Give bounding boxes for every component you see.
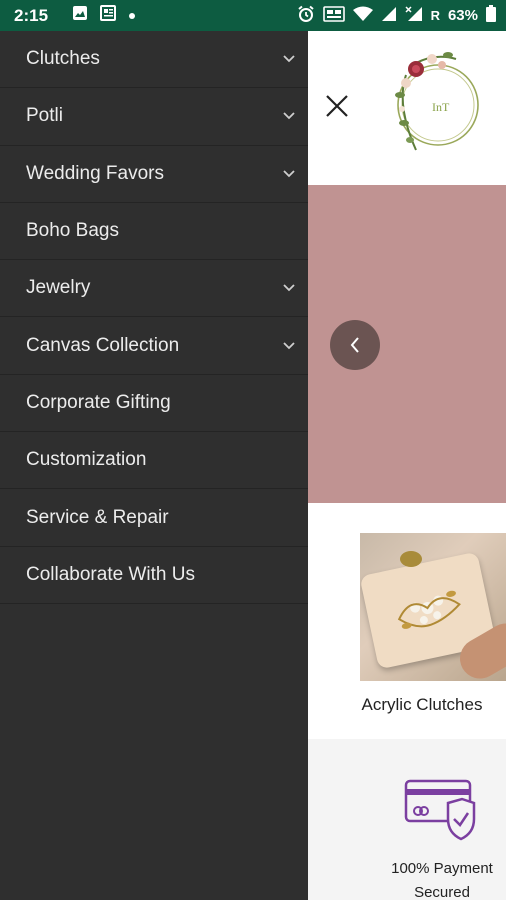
menu-item-potli[interactable]: Potli (0, 88, 308, 146)
menu-item-label: Boho Bags (26, 220, 119, 242)
hero-banner (308, 185, 506, 503)
signal-no-service-icon (405, 5, 423, 26)
close-drawer-button[interactable] (322, 91, 352, 121)
chevron-down-icon[interactable] (282, 169, 296, 179)
menu-item-customization[interactable]: Customization (0, 432, 308, 490)
close-icon (326, 95, 348, 117)
menu-item-canvas-collection[interactable]: Canvas Collection (0, 317, 308, 375)
navigation-drawer: Clutches Potli Wedding Favors Boho Bags … (0, 31, 308, 900)
battery-percent: 63% (447, 7, 478, 24)
status-bar: 2:15 R 63% (0, 0, 506, 31)
menu-item-label: Service & Repair (26, 506, 169, 528)
menu-item-label: Canvas Collection (26, 334, 180, 356)
roaming-label: R (430, 8, 440, 23)
menu-item-label: Corporate Gifting (26, 391, 171, 413)
hd-voice-icon (322, 5, 345, 26)
chevron-down-icon[interactable] (282, 54, 296, 64)
menu-item-clutches[interactable]: Clutches (0, 31, 308, 89)
chevron-down-icon[interactable] (282, 341, 296, 351)
menu-item-wedding-favors[interactable]: Wedding Favors (0, 146, 308, 203)
gallery-icon (72, 5, 88, 26)
carousel-prev-button[interactable] (330, 320, 380, 370)
product-image[interactable] (360, 533, 506, 681)
status-right: R 63% (297, 5, 496, 27)
payment-feature-line2: Secured (414, 884, 470, 900)
alarm-icon (297, 5, 315, 27)
status-time: 2:15 (14, 5, 49, 25)
chevron-down-icon[interactable] (282, 283, 296, 293)
menu-item-boho-bags[interactable]: Boho Bags (0, 203, 308, 261)
brand-logo[interactable]: InT (386, 45, 486, 165)
chevron-left-icon (350, 337, 359, 353)
chevron-down-icon[interactable] (282, 111, 296, 121)
product-name[interactable]: Acrylic Clutches (338, 695, 506, 715)
clutch-clasp (400, 551, 422, 567)
menu-item-label: Customization (26, 449, 147, 471)
menu-item-label: Collaborate With Us (26, 563, 195, 585)
menu-item-collaborate[interactable]: Collaborate With Us (0, 547, 308, 604)
menu-item-label: Jewelry (26, 277, 91, 299)
payment-feature-line1: 100% Payment (391, 860, 493, 877)
signal-icon (381, 6, 397, 26)
page-behind-drawer: InT Acrylic Clutches 100% Payment Secure… (308, 31, 506, 900)
battery-icon (486, 5, 496, 26)
payment-feature: 100% Payment Secured (308, 739, 506, 900)
menu-item-jewelry[interactable]: Jewelry (0, 260, 308, 318)
page-header: InT (308, 31, 506, 185)
logo-text: InT (432, 100, 450, 114)
status-left: 2:15 (14, 5, 136, 26)
menu-item-label: Potli (26, 105, 63, 127)
menu-item-label: Clutches (26, 48, 100, 70)
menu-item-label: Wedding Favors (26, 162, 164, 184)
news-icon (100, 5, 117, 26)
notification-dot-icon (128, 7, 136, 25)
secure-payment-icon (404, 775, 476, 843)
product-card[interactable]: Acrylic Clutches (308, 503, 506, 739)
menu-item-service-repair[interactable]: Service & Repair (0, 489, 308, 547)
menu-item-corporate-gifting[interactable]: Corporate Gifting (0, 375, 308, 433)
payment-feature-text: 100% Payment Secured (378, 857, 506, 900)
wifi-icon (352, 6, 373, 26)
